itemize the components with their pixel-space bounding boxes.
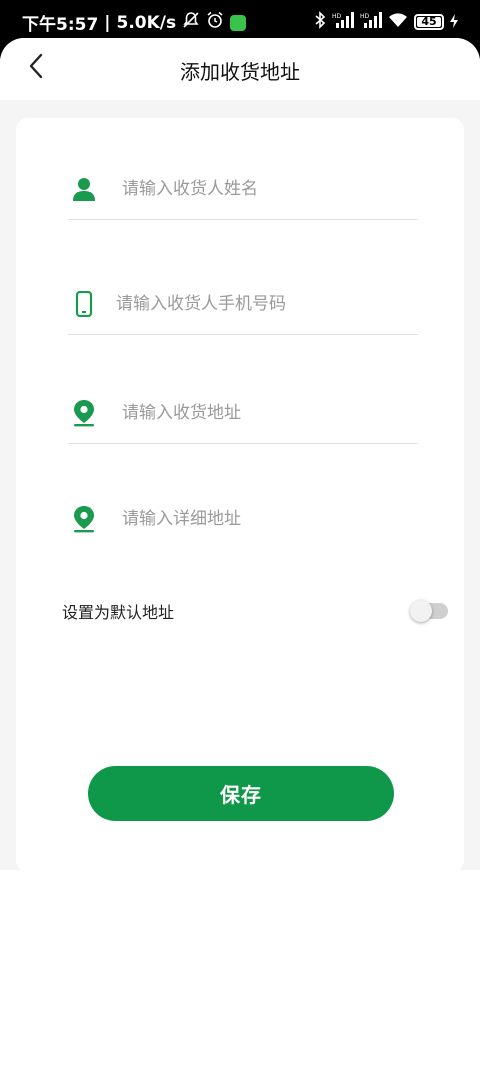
divider [68, 219, 418, 220]
address-form-card: 设置为默认地址 保存 [16, 118, 464, 872]
signal-hd-2-icon: HD [360, 12, 382, 32]
divider [68, 334, 418, 335]
status-right: HD HD 45 [314, 11, 458, 33]
phone-field [68, 273, 418, 335]
mute-bell-icon [182, 11, 200, 34]
save-button[interactable]: 保存 [88, 766, 394, 821]
status-bar: 下午5:57 | 5.0K/s HD HD 45 [0, 0, 480, 40]
default-address-toggle[interactable] [410, 600, 448, 622]
name-input[interactable] [122, 179, 402, 199]
svg-text:HD: HD [332, 13, 342, 20]
toggle-knob [410, 600, 432, 622]
person-icon [68, 173, 100, 205]
battery-icon: 45 [414, 14, 444, 30]
bluetooth-icon [314, 11, 326, 33]
header-bar: 添加收货地址 [0, 38, 480, 100]
address-input[interactable] [122, 403, 402, 423]
location-pin-icon [68, 397, 100, 429]
status-separator: | [104, 12, 111, 33]
status-left: 下午5:57 | 5.0K/s [22, 10, 247, 35]
name-field [68, 158, 418, 220]
app-screen: 添加收货地址 请输入收货人姓名 请输入收货人手机号码 请输入收货地址 请输入详细… [0, 38, 480, 1067]
svg-text:HD: HD [360, 13, 370, 20]
address-field [68, 382, 418, 444]
charging-bolt-icon [450, 13, 458, 32]
content-area: 设置为默认地址 保存 [0, 100, 480, 872]
wechat-app-icon [230, 14, 247, 31]
battery-level: 45 [421, 15, 437, 28]
default-address-row: 设置为默认地址 [62, 596, 452, 626]
detail-address-field [68, 488, 418, 550]
alarm-icon [206, 11, 224, 34]
location-pin-icon [68, 503, 100, 535]
phone-input[interactable] [116, 294, 396, 314]
signal-hd-1-icon: HD [332, 12, 354, 32]
detail-address-input[interactable] [122, 509, 402, 529]
wifi-icon [388, 12, 408, 32]
status-time: 下午5:57 [22, 15, 99, 35]
divider [68, 443, 418, 444]
network-speed: 5.0K/s [116, 12, 177, 33]
page-title: 添加收货地址 [180, 60, 300, 84]
phone-icon [68, 288, 100, 320]
default-address-label: 设置为默认地址 [62, 603, 175, 622]
